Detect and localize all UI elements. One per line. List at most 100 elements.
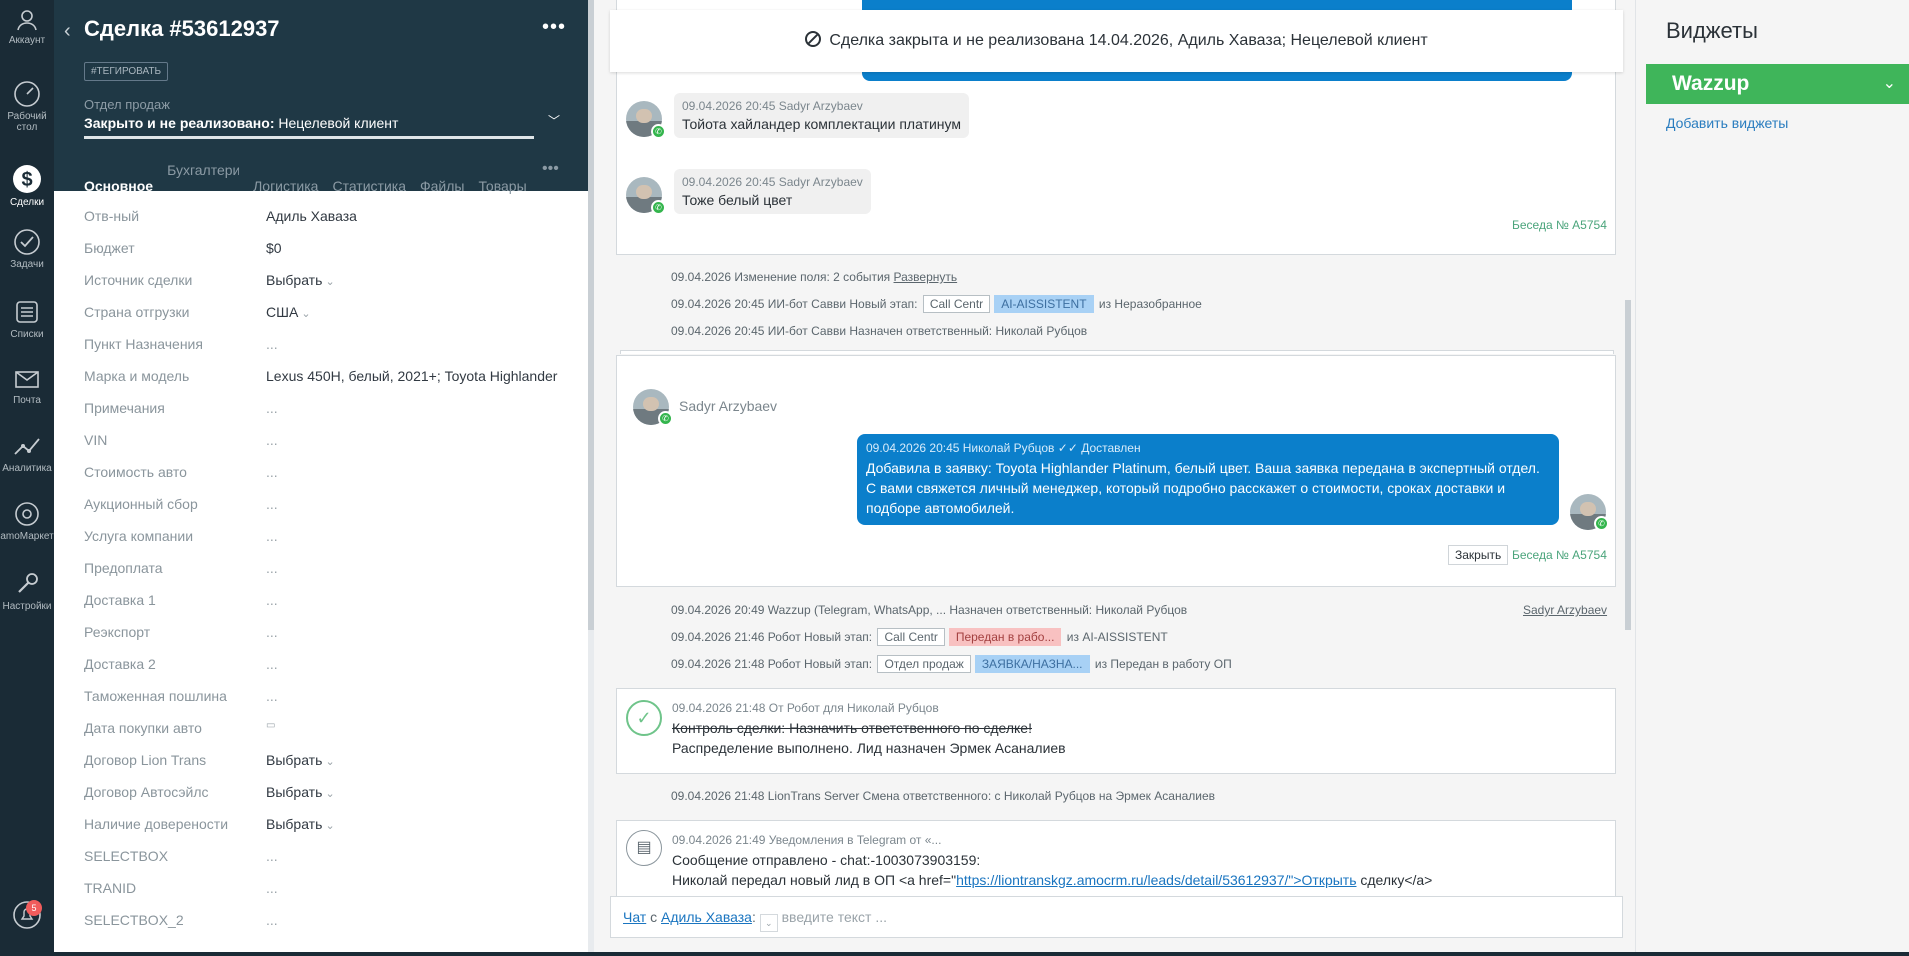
deal-title[interactable]: Сделка #53612937: [84, 16, 280, 42]
tab-main[interactable]: Основное: [84, 176, 154, 207]
nav-item-dashboard[interactable]: Рабочий стол: [0, 80, 54, 133]
nav-label: Настройки: [2, 601, 52, 612]
nav-item-lists[interactable]: Списки: [0, 298, 54, 340]
field-select[interactable]: Выбрать: [266, 272, 335, 288]
tag-button[interactable]: #ТЕГИРОВАТЬ: [84, 62, 169, 81]
tab-accounting[interactable]: Бухгалтерия: [167, 160, 239, 191]
tab-logistics[interactable]: Логистика: [253, 176, 318, 207]
field-row: Доставка 1...: [84, 592, 584, 624]
tab-statistics[interactable]: Статистика: [332, 176, 406, 207]
chat-input[interactable]: введите текст ...: [782, 909, 887, 925]
event-text: из Неразобранное: [1098, 297, 1202, 311]
whatsapp-icon: ✆: [651, 200, 666, 215]
field-label: Дата покупки авто: [84, 720, 202, 736]
nav-item-settings[interactable]: Настройки: [0, 570, 54, 612]
field-select[interactable]: Выбрать: [266, 784, 335, 800]
author-link[interactable]: Sadyr Arzybaev: [1523, 603, 1607, 617]
field-select[interactable]: США: [266, 304, 311, 320]
nav-item-tasks[interactable]: Задачи: [0, 228, 54, 270]
tab-products[interactable]: Товары: [478, 176, 526, 207]
field-value[interactable]: ...: [266, 848, 278, 864]
deal-fields: Отв-ный Адиль Хаваза Бюджет $0 Источник сд…: [84, 208, 584, 944]
nav-label: Рабочий стол: [7, 111, 47, 133]
field-value[interactable]: ...: [266, 464, 278, 480]
field-value[interactable]: ...: [266, 624, 278, 640]
deal-header: ‹ Сделка #53612937 ••• #ТЕГИРОВАТЬ Отдел…: [54, 0, 588, 207]
field-label: Таможенная пошлина: [84, 688, 227, 704]
add-widgets-link[interactable]: Добавить виджеты: [1666, 115, 1788, 131]
stage-pill: ЗАЯВКА/НАЗНА...: [974, 655, 1090, 673]
field-value[interactable]: ...: [266, 496, 278, 512]
chat-type-link[interactable]: Чат: [623, 909, 646, 925]
field-row: SELECTBOX_2...: [84, 912, 584, 944]
banner-text: Сделка закрыта и не реализована 14.04.20…: [829, 32, 1428, 49]
field-value[interactable]: ...: [266, 912, 278, 928]
note-text: Николай передал новый лид в ОП <a href="…: [672, 872, 1432, 888]
chevron-down-icon[interactable]: ⌄: [1883, 64, 1896, 104]
event-text: из AI-AISSISTENT: [1066, 630, 1168, 644]
field-value[interactable]: ...: [266, 656, 278, 672]
field-value[interactable]: Lexus 450H, белый, 2021+; Toyota Highlan…: [266, 368, 557, 384]
nav-item-market[interactable]: amoМаркет: [0, 500, 54, 542]
field-value[interactable]: ...: [266, 432, 278, 448]
more-menu-icon[interactable]: •••: [542, 16, 566, 39]
tabs-more-icon[interactable]: •••: [542, 160, 559, 178]
chat-colon: :: [751, 909, 756, 925]
nav-label: Почта: [13, 395, 41, 406]
field-row: Страна отгрузки США: [84, 304, 584, 336]
field-label: Договор Автосэйлс: [84, 784, 209, 800]
chevron-down-icon[interactable]: ⌄: [759, 914, 778, 932]
nav-item-account[interactable]: Аккаунт: [0, 8, 54, 46]
event-text: 09.04.2026 21:46 Робот Новый этап:: [671, 630, 873, 644]
nav-item-analytics[interactable]: Аналитика: [0, 432, 54, 474]
chevron-down-icon[interactable]: ﹀: [548, 112, 560, 129]
field-value[interactable]: ...: [266, 592, 278, 608]
lists-icon: [16, 301, 38, 323]
field-row: Таможенная пошлина...: [84, 688, 584, 720]
check-icon: ✓: [626, 700, 662, 736]
nav-label: Аккаунт: [8, 35, 46, 46]
expand-link[interactable]: Развернуть: [894, 270, 958, 284]
prohibited-icon: [805, 31, 822, 47]
conversation-link[interactable]: Беседа № A5754: [1512, 548, 1607, 562]
nav-item-mail[interactable]: Почта: [0, 366, 54, 406]
field-row: Договор Lion Trans Выбрать: [84, 752, 584, 784]
tasks-icon: [14, 229, 40, 255]
field-value[interactable]: ...: [266, 336, 278, 352]
field-value[interactable]: ...: [266, 400, 278, 416]
field-value[interactable]: ...: [266, 880, 278, 896]
chat-contact-link[interactable]: Адиль Хаваза: [661, 909, 752, 925]
calendar-icon[interactable]: ▭: [266, 720, 275, 731]
field-value[interactable]: ...: [266, 528, 278, 544]
svg-text:$: $: [21, 169, 32, 191]
field-value[interactable]: $0: [266, 240, 282, 256]
conversation-author: Sadyr Arzybaev: [679, 398, 778, 414]
field-value[interactable]: ...: [266, 560, 278, 576]
stack-edge: [620, 350, 1614, 354]
field-value[interactable]: ...: [266, 688, 278, 704]
market-icon: [15, 502, 39, 526]
field-select[interactable]: Выбрать: [266, 816, 335, 832]
field-value[interactable]: Адиль Хаваза: [266, 208, 357, 224]
wazzup-widget[interactable]: Wazzup ⌄: [1646, 64, 1909, 104]
conversation-link[interactable]: Беседа № A5754: [1512, 218, 1607, 232]
task-text: Контроль сделки: Назначить ответственног…: [672, 720, 1032, 736]
field-select[interactable]: Выбрать: [266, 752, 335, 768]
field-row: Бюджет $0: [84, 240, 584, 272]
lead-link[interactable]: https://liontranskgz.amocrm.ru/leads/det…: [956, 872, 1356, 888]
field-label: Предоплата: [84, 560, 163, 576]
event-text: 09.04.2026 20:45 ИИ-бот Савви Новый этап…: [671, 297, 918, 311]
status-select[interactable]: Закрыто и не реализовано: Нецелевой клие…: [84, 115, 398, 131]
nav-item-deals[interactable]: $ Сделки: [0, 160, 54, 208]
stage-pill: AI-AISSISTENT: [994, 295, 1094, 313]
account-icon: [17, 10, 37, 31]
field-label: Стоимость авто: [84, 464, 187, 480]
tab-files[interactable]: Файлы: [420, 176, 464, 207]
feed-scrollbar[interactable]: [1625, 300, 1631, 630]
field-row: VIN...: [84, 432, 584, 464]
back-icon[interactable]: ‹: [64, 20, 71, 43]
event-text: 09.04.2026 21:48 LionTrans Server Смена …: [671, 789, 1216, 803]
close-conversation-button[interactable]: Закрыть: [1448, 545, 1509, 565]
message-text: Тойота хайландер комплектации платинум: [682, 116, 962, 132]
field-label: Источник сделки: [84, 272, 193, 288]
